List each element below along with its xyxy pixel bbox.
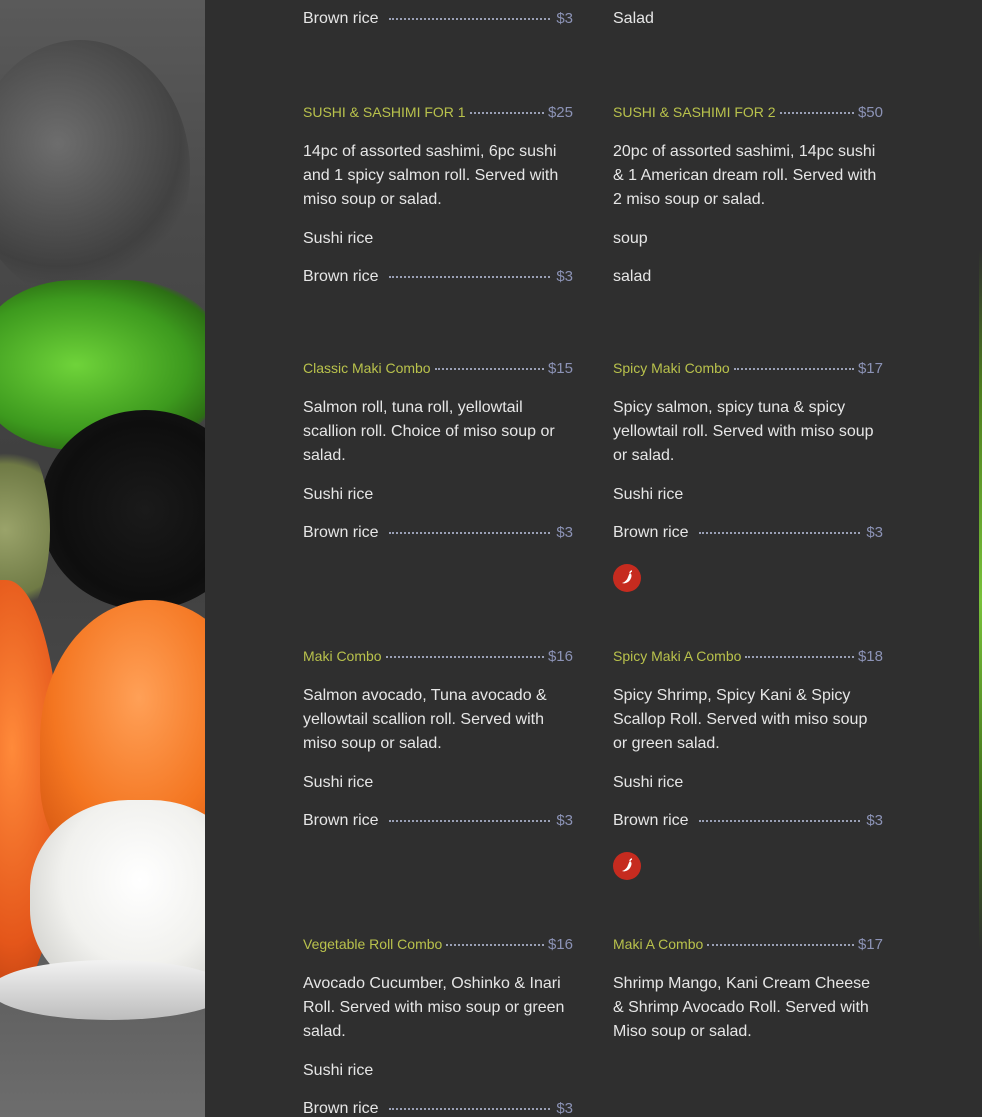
option-price: $3 xyxy=(556,10,573,27)
item-title: Spicy Maki Combo xyxy=(613,360,730,376)
item-price: $25 xyxy=(547,104,573,121)
option-label: Sushi rice xyxy=(303,230,374,247)
menu-item[interactable]: Maki A Combo $17 Shrimp Mango, Kani Crea… xyxy=(613,936,883,1044)
item-price: $17 xyxy=(857,360,883,377)
item-description: 20pc of assorted sashimi, 14pc sushi & 1… xyxy=(613,143,877,208)
menu-item[interactable]: Maki Combo $16 Salmon avocado, Tuna avoc… xyxy=(303,648,573,834)
option-label: Brown rice xyxy=(303,812,379,829)
dot-leader xyxy=(707,944,854,946)
dot-leader xyxy=(388,18,551,20)
item-price: $50 xyxy=(857,104,883,121)
menu-item[interactable]: Spicy Maki A Combo $18 Spicy Shrimp, Spi… xyxy=(613,648,883,834)
menu-item[interactable]: Vegetable Roll Combo $16 Avocado Cucumbe… xyxy=(303,936,573,1117)
chili-pepper-icon xyxy=(613,852,641,880)
item-title: Maki A Combo xyxy=(613,936,704,952)
item-description: Spicy salmon, spicy tuna & spicy yellowt… xyxy=(613,399,874,464)
dot-leader xyxy=(745,656,854,658)
item-price: $18 xyxy=(857,648,883,665)
item-title: SUSHI & SASHIMI FOR 1 xyxy=(303,104,466,120)
item-price: $17 xyxy=(857,936,883,953)
option-label: Sushi rice xyxy=(303,486,374,503)
item-title: Maki Combo xyxy=(303,648,382,664)
menu-option-row: Brown rice $3 xyxy=(303,10,573,32)
option-price: $3 xyxy=(556,268,573,285)
menu-item[interactable]: SUSHI & SASHIMI FOR 2 $50 20pc of assort… xyxy=(613,104,883,290)
option-label: Sushi rice xyxy=(303,774,374,791)
item-title: SUSHI & SASHIMI FOR 2 xyxy=(613,104,776,120)
dot-leader xyxy=(385,656,544,658)
dot-leader xyxy=(779,112,854,114)
dot-leader xyxy=(388,532,551,534)
item-title: Classic Maki Combo xyxy=(303,360,431,376)
menu-item[interactable]: SUSHI & SASHIMI FOR 1 $25 14pc of assort… xyxy=(303,104,573,290)
dot-leader xyxy=(698,820,861,822)
plate xyxy=(0,960,205,1020)
item-price: $16 xyxy=(547,936,573,953)
item-title: Spicy Maki A Combo xyxy=(613,648,742,664)
item-description: Avocado Cucumber, Oshinko & Inari Roll. … xyxy=(303,975,565,1040)
menu-item[interactable]: Spicy Maki Combo $17 Spicy salmon, spicy… xyxy=(613,360,883,546)
menu-option-row: Salad xyxy=(613,10,883,32)
dot-leader xyxy=(388,1108,551,1110)
option-label: Brown rice xyxy=(303,524,379,541)
option-price: $3 xyxy=(866,812,883,829)
option-label: salad xyxy=(613,268,652,285)
option-label: Brown rice xyxy=(303,1100,379,1117)
item-description: Salmon roll, tuna roll, yellowtail scall… xyxy=(303,399,555,464)
item-description: Salmon avocado, Tuna avocado & yellowtai… xyxy=(303,687,547,752)
option-label: Sushi rice xyxy=(613,774,684,791)
option-price: $3 xyxy=(556,524,573,541)
item-title: Vegetable Roll Combo xyxy=(303,936,443,952)
dot-leader xyxy=(469,112,544,114)
sushi-photo xyxy=(0,0,205,1117)
stone-background xyxy=(0,40,190,300)
option-label: soup xyxy=(613,230,648,247)
chili-pepper-icon xyxy=(613,564,641,592)
option-price: $3 xyxy=(556,1100,573,1117)
item-description: 14pc of assorted sashimi, 6pc sushi and … xyxy=(303,143,559,208)
option-label: Brown rice xyxy=(303,10,379,27)
menu-item[interactable]: Classic Maki Combo $15 Salmon roll, tuna… xyxy=(303,360,573,546)
option-price: $3 xyxy=(556,812,573,829)
option-label: Brown rice xyxy=(613,524,689,541)
dot-leader xyxy=(446,944,544,946)
item-price: $15 xyxy=(547,360,573,377)
dot-leader xyxy=(388,820,551,822)
option-label: Brown rice xyxy=(613,812,689,829)
dot-leader xyxy=(698,532,861,534)
option-label: Brown rice xyxy=(303,268,379,285)
item-description: Shrimp Mango, Kani Cream Cheese & Shrimp… xyxy=(613,975,871,1040)
item-description: Spicy Shrimp, Spicy Kani & Spicy Scallop… xyxy=(613,687,868,752)
dot-leader xyxy=(434,368,544,370)
option-label: Sushi rice xyxy=(613,486,684,503)
option-label: Sushi rice xyxy=(303,1062,374,1079)
item-price: $16 xyxy=(547,648,573,665)
option-label: Salad xyxy=(613,10,654,27)
option-price: $3 xyxy=(866,524,883,541)
dot-leader xyxy=(388,276,551,278)
dot-leader xyxy=(733,368,854,370)
